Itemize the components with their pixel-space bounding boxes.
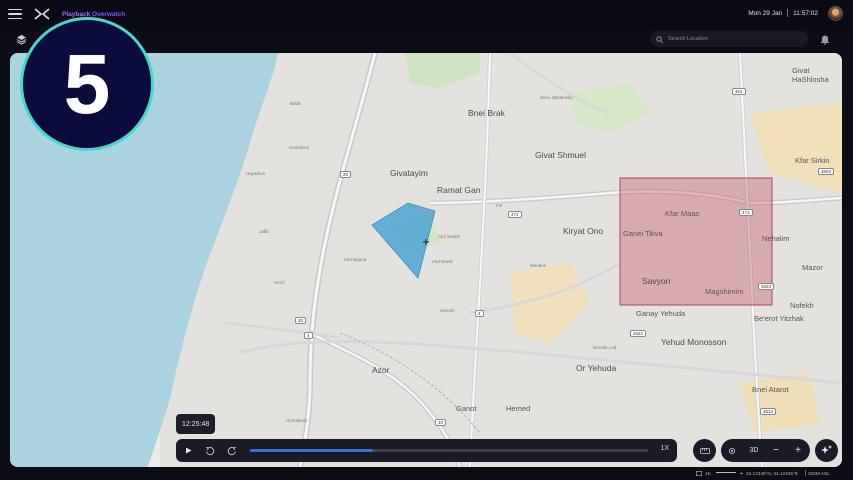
status-bar: 1K ⌖ 32.12345°N, 34.12345°E 320M ASL bbox=[0, 468, 853, 480]
route-shield: 471 bbox=[739, 209, 753, 216]
layers-icon[interactable] bbox=[16, 34, 27, 45]
place-label: Ganay Yehuda bbox=[636, 309, 686, 318]
place-label: Nehalim bbox=[762, 234, 790, 243]
place-label: Bnei Brak bbox=[468, 108, 505, 118]
place-label: Givat Shmuel bbox=[535, 150, 587, 160]
street-label: Ha'Kibbutz bbox=[286, 418, 308, 423]
locate-button[interactable] bbox=[721, 447, 743, 455]
street-label: Herzl bbox=[274, 280, 285, 285]
route-shield: 4 bbox=[304, 332, 313, 339]
play-button[interactable] bbox=[178, 441, 198, 461]
forward-button[interactable] bbox=[222, 441, 242, 461]
zoom-out-button[interactable]: − bbox=[765, 445, 787, 456]
place-label: Kfar Maas bbox=[665, 209, 700, 218]
step-badge: 5 bbox=[20, 17, 154, 151]
place-label: Hemed bbox=[506, 404, 531, 413]
place-label: Be'erot Yitzhak bbox=[754, 314, 804, 323]
speed-selector[interactable]: 1X bbox=[660, 445, 669, 452]
street-label: Bialik bbox=[290, 101, 301, 106]
search-input[interactable]: Search Location bbox=[650, 31, 808, 47]
place-label: Givat HaShlosha bbox=[792, 66, 829, 84]
search-placeholder: Search Location bbox=[668, 36, 708, 42]
playback-controls: 1X bbox=[176, 439, 677, 462]
place-label: Azor bbox=[372, 365, 390, 375]
street-label: Haroeh bbox=[440, 308, 455, 313]
place-label: Bnei Atarot bbox=[752, 385, 789, 394]
search-icon bbox=[656, 35, 663, 43]
add-sparkle-icon bbox=[821, 445, 832, 454]
street-label: Hayarkon bbox=[246, 171, 266, 176]
top-bar: Playback Overwatch Mon 29 Jan 11:57:02 bbox=[0, 0, 853, 28]
date-text: Mon 29 Jan bbox=[748, 9, 783, 17]
street-label: Aluf Sadeh bbox=[438, 234, 461, 239]
street-label: Derekh Lod bbox=[593, 345, 617, 350]
route-shield: 4623 bbox=[758, 283, 775, 290]
route-shield: 4613 bbox=[760, 408, 777, 415]
step-number: 5 bbox=[63, 37, 111, 131]
route-shield: 471 bbox=[508, 211, 522, 218]
app-window: Playback Overwatch Mon 29 Jan 11:57:02 S… bbox=[0, 0, 853, 480]
place-label: Nofekh bbox=[790, 301, 814, 310]
rewind-button[interactable] bbox=[200, 441, 220, 461]
route-shield: 20 bbox=[340, 171, 352, 178]
rewind-icon bbox=[206, 446, 215, 455]
divider bbox=[805, 470, 806, 476]
street-label: Zeev Jabotinsky bbox=[540, 95, 573, 100]
street-label: Hashalom bbox=[289, 145, 310, 150]
route-shield: 4622 bbox=[630, 330, 647, 337]
scale-icon bbox=[696, 471, 702, 476]
coordinates-text: 32.12345°N, 34.12345°E bbox=[746, 471, 798, 476]
divider bbox=[787, 9, 789, 17]
date-time: Mon 29 Jan 11:57:02 bbox=[748, 9, 818, 17]
brand-part2: Overwatch bbox=[92, 10, 126, 18]
place-label: Ganot bbox=[456, 404, 477, 413]
place-label: Savyon bbox=[642, 276, 671, 286]
route-shield: 4602 bbox=[818, 168, 835, 175]
route-shield: 4 bbox=[475, 310, 484, 317]
location-icon: ⌖ bbox=[740, 471, 743, 477]
play-icon bbox=[185, 447, 191, 454]
current-time-chip: 12:25:48 bbox=[176, 414, 216, 434]
place-label: Ganei Tikva bbox=[623, 229, 663, 238]
view-controls: 3D − + bbox=[721, 439, 810, 462]
route-shield: 40 bbox=[435, 419, 447, 426]
timeline-slider[interactable] bbox=[250, 449, 648, 452]
place-label: Yehud Monosson bbox=[661, 337, 727, 347]
place-label: Or Yehuda bbox=[576, 363, 617, 373]
place-label: Kiryat Ono bbox=[563, 226, 604, 236]
bell-icon[interactable] bbox=[820, 34, 830, 45]
view-mode-toggle[interactable]: 3D bbox=[743, 447, 765, 454]
crosshair-icon bbox=[729, 447, 735, 454]
forward-icon bbox=[227, 446, 236, 455]
route-shield: 461 bbox=[732, 88, 746, 95]
place-label: Givatayim bbox=[390, 168, 428, 178]
altitude-text: 320M ASL bbox=[808, 471, 830, 476]
place-label: Kfar Sirkin bbox=[795, 156, 830, 165]
app-logo-icon bbox=[34, 8, 50, 20]
scale-bar bbox=[716, 472, 736, 473]
place-label: Ramat Gan bbox=[437, 185, 481, 195]
add-point-button[interactable] bbox=[815, 439, 838, 462]
street-label: Fel bbox=[496, 203, 503, 208]
time-text: 11:57:02 bbox=[793, 9, 818, 17]
street-label: Aluf David bbox=[432, 259, 453, 264]
place-label: Mazor bbox=[802, 263, 823, 272]
street-label: Ha'Hagana bbox=[344, 257, 367, 262]
street-label: Mendes bbox=[530, 263, 547, 268]
timeline-progress bbox=[250, 449, 374, 452]
measure-button[interactable] bbox=[693, 439, 716, 462]
ruler-icon bbox=[699, 447, 710, 454]
street-label: Jaffa bbox=[259, 229, 269, 234]
avatar[interactable] bbox=[828, 6, 843, 21]
current-time: 12:25:48 bbox=[182, 420, 210, 428]
place-label: Magshimim bbox=[705, 287, 744, 296]
scale-text: 1K bbox=[705, 471, 711, 476]
zoom-in-button[interactable]: + bbox=[787, 445, 809, 456]
menu-icon[interactable] bbox=[8, 7, 22, 21]
route-shield: 20 bbox=[295, 317, 307, 324]
